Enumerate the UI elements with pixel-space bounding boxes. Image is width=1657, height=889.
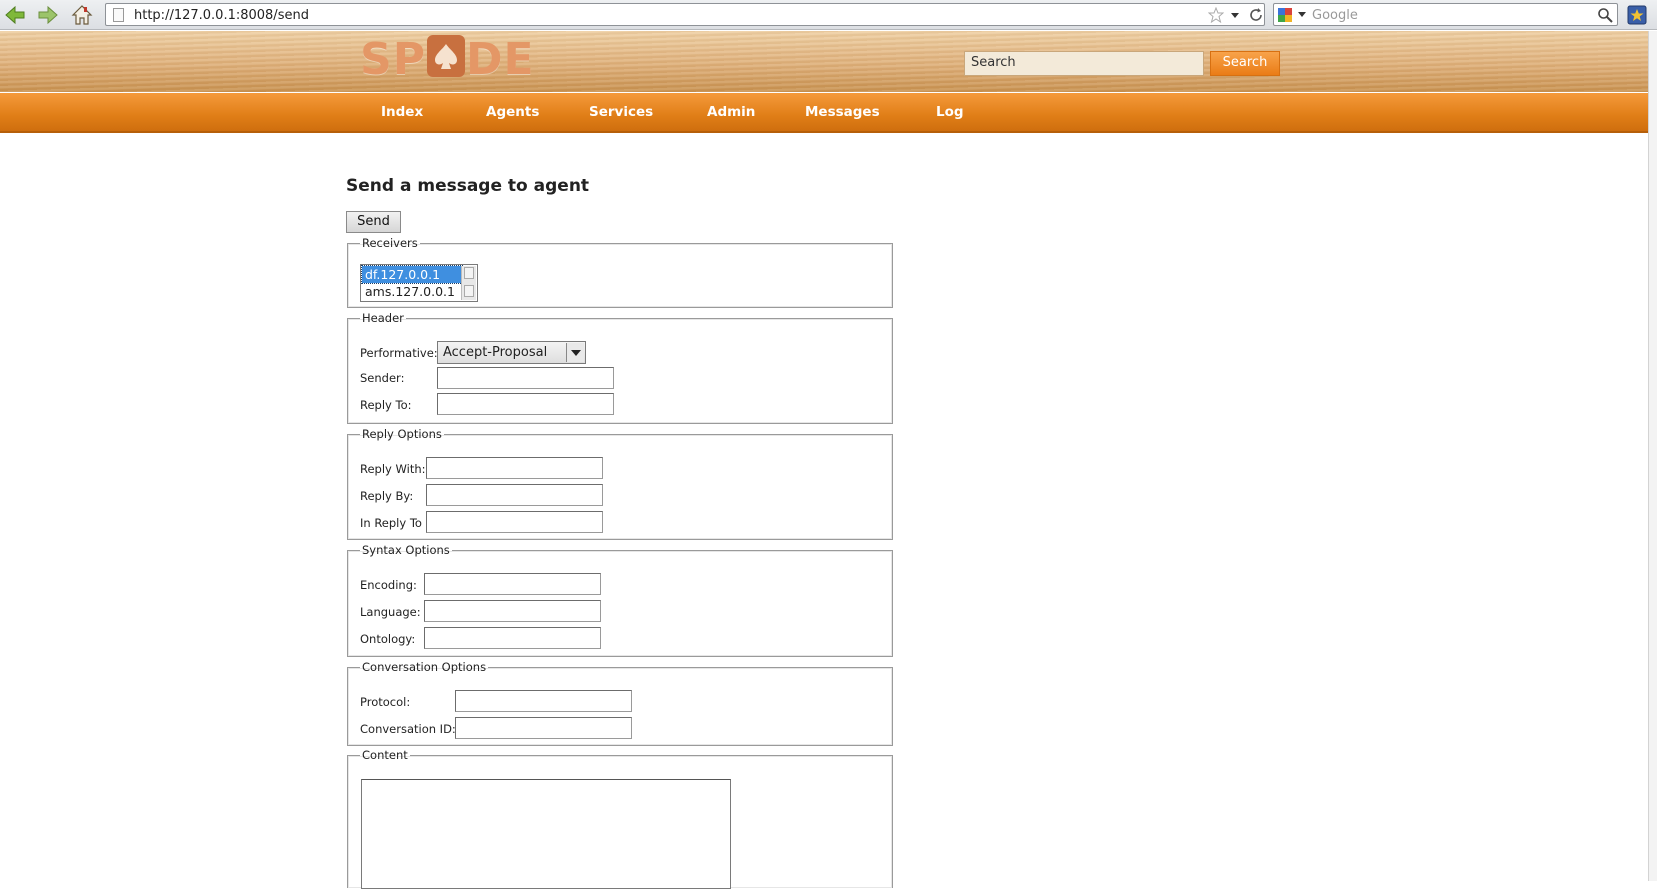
- addon-icon[interactable]: [1626, 4, 1648, 26]
- send-button[interactable]: Send: [346, 211, 401, 233]
- receivers-fieldset: Receivers df.127.0.0.1 ams.127.0.0.1: [347, 236, 893, 308]
- browser-search-box[interactable]: Google: [1273, 3, 1618, 26]
- sender-label: Sender:: [360, 371, 405, 385]
- ontology-label: Ontology:: [360, 632, 416, 646]
- reply-by-input[interactable]: [426, 484, 603, 506]
- reply-by-label: Reply By:: [360, 489, 414, 503]
- nav-item-admin[interactable]: Admin: [707, 104, 755, 120]
- back-arrow-icon[interactable]: [3, 3, 27, 27]
- reply-with-label: Reply With:: [360, 462, 426, 476]
- scroll-down-icon[interactable]: [464, 285, 474, 297]
- syntax-options-legend: Syntax Options: [362, 543, 450, 557]
- nav-item-index[interactable]: Index: [381, 104, 423, 120]
- reload-icon[interactable]: [1248, 7, 1264, 23]
- performative-label: Performative:: [360, 346, 438, 360]
- receivers-listbox[interactable]: df.127.0.0.1 ams.127.0.0.1: [360, 264, 478, 302]
- encoding-label: Encoding:: [360, 578, 417, 592]
- bookmark-star-icon[interactable]: [1207, 6, 1225, 24]
- engine-dropdown-icon[interactable]: [1298, 12, 1306, 17]
- performative-select[interactable]: Accept-Proposal: [437, 341, 586, 364]
- site-search-button[interactable]: Search: [1210, 51, 1280, 76]
- ontology-input[interactable]: [424, 627, 601, 649]
- url-dropdown-icon[interactable]: [1231, 13, 1239, 18]
- language-label: Language:: [360, 605, 421, 619]
- url-text: http://127.0.0.1:8008/send: [134, 8, 309, 23]
- reply-options-fieldset: Reply Options Reply With: Reply By: In R…: [347, 427, 893, 540]
- home-icon[interactable]: [70, 3, 94, 27]
- header-fieldset: Header Performative: Accept-Proposal Sen…: [347, 311, 893, 424]
- site-search-input[interactable]: Search: [964, 51, 1204, 76]
- logo-text-right: DE: [465, 34, 535, 85]
- conversation-id-input[interactable]: [455, 717, 632, 739]
- forward-arrow-icon[interactable]: [36, 3, 60, 27]
- protocol-input[interactable]: [455, 690, 632, 712]
- logo-text-left: SP: [360, 34, 426, 85]
- chevron-down-icon[interactable]: [566, 343, 584, 362]
- url-bar[interactable]: http://127.0.0.1:8008/send: [105, 3, 1265, 26]
- nav-item-services[interactable]: Services: [589, 104, 653, 120]
- page-title: Send a message to agent: [346, 176, 590, 196]
- spade-logo[interactable]: SP DE: [360, 35, 535, 85]
- google-icon[interactable]: [1277, 7, 1293, 23]
- header-legend: Header: [362, 311, 404, 325]
- reply-to-label: Reply To:: [360, 398, 412, 412]
- sender-input[interactable]: [437, 367, 614, 389]
- magnifier-icon[interactable]: [1597, 7, 1613, 23]
- content-textarea[interactable]: [361, 779, 731, 889]
- syntax-options-fieldset: Syntax Options Encoding: Language: Ontol…: [347, 543, 893, 657]
- nav-item-log[interactable]: Log: [936, 104, 964, 120]
- in-reply-to-label: In Reply To: [360, 516, 422, 530]
- nav-item-messages[interactable]: Messages: [805, 104, 880, 120]
- page-icon: [113, 8, 124, 22]
- performative-value: Accept-Proposal: [443, 345, 548, 360]
- conversation-options-fieldset: Conversation Options Protocol: Conversat…: [347, 660, 893, 746]
- receivers-scrollbar[interactable]: [461, 266, 476, 300]
- page-scrollbar[interactable]: [1648, 31, 1657, 881]
- browser-search-placeholder: Google: [1312, 8, 1358, 23]
- conversation-id-label: Conversation ID:: [360, 722, 456, 736]
- reply-with-input[interactable]: [426, 457, 603, 479]
- browser-toolbar: http://127.0.0.1:8008/send Google: [0, 0, 1657, 30]
- reply-to-input[interactable]: [437, 393, 614, 415]
- content-fieldset: Content: [347, 748, 893, 889]
- site-header: SP DE Search Search: [0, 31, 1657, 92]
- nav-item-agents[interactable]: Agents: [486, 104, 539, 120]
- main-nav: Index Agents Services Admin Messages Log: [0, 93, 1657, 133]
- conversation-options-legend: Conversation Options: [362, 660, 487, 674]
- protocol-label: Protocol:: [360, 695, 411, 709]
- reply-options-legend: Reply Options: [362, 427, 442, 441]
- encoding-input[interactable]: [424, 573, 601, 595]
- receiver-option-df[interactable]: df.127.0.0.1: [361, 265, 463, 284]
- receiver-option-ams[interactable]: ams.127.0.0.1: [362, 283, 462, 300]
- receivers-legend: Receivers: [362, 236, 418, 250]
- scroll-up-icon[interactable]: [464, 267, 474, 279]
- in-reply-to-input[interactable]: [426, 511, 603, 533]
- language-input[interactable]: [424, 600, 601, 622]
- spade-card-icon: [426, 35, 465, 77]
- content-legend: Content: [362, 748, 408, 762]
